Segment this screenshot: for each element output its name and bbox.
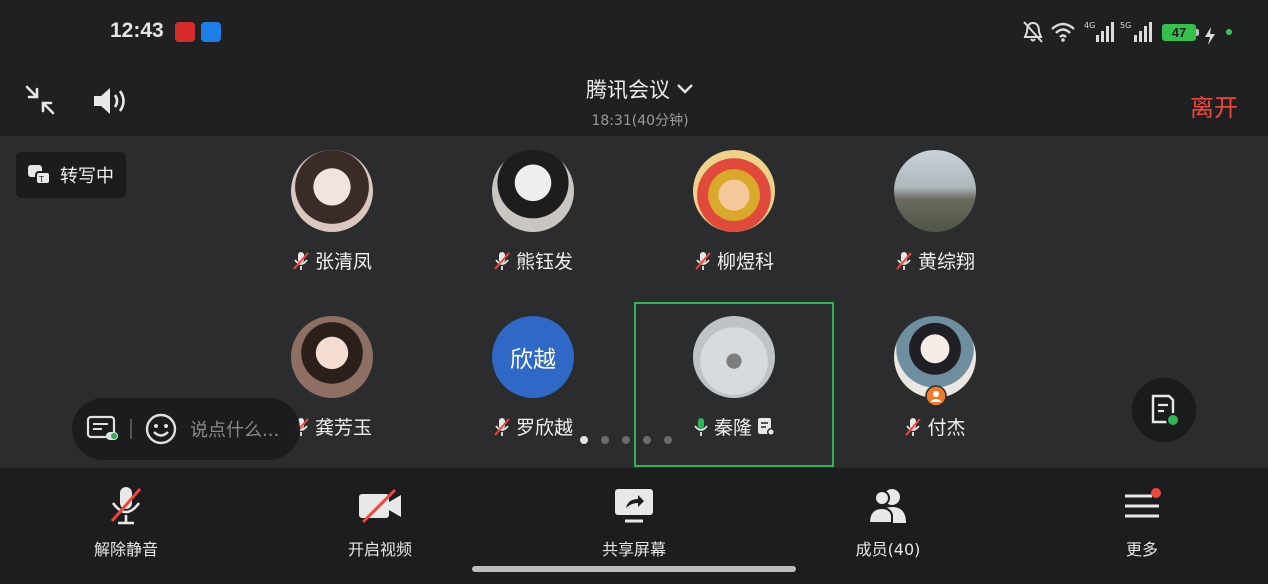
svg-text:4G: 4G <box>1084 21 1095 30</box>
notes-icon <box>1151 394 1180 427</box>
page-dot[interactable] <box>601 436 609 444</box>
emoji-icon[interactable] <box>144 412 178 446</box>
unmute-button[interactable]: 解除静音 <box>56 484 196 560</box>
page-dot[interactable] <box>643 436 651 444</box>
share-screen-button[interactable]: 共享屏幕 <box>564 484 704 560</box>
document-share-icon <box>758 417 775 436</box>
page-indicator <box>580 436 672 444</box>
chat-input[interactable]: 说点什么... <box>190 416 279 442</box>
participant-name: 龚芳玉 <box>314 417 372 439</box>
mic-muted-icon <box>293 251 309 270</box>
leave-button[interactable]: 离开 <box>1190 88 1238 123</box>
chat-input-bar[interactable]: 说点什么... <box>72 398 300 460</box>
members-label: 成员(40) <box>855 540 921 559</box>
chevron-down-icon <box>677 84 693 94</box>
participant-tile[interactable]: 熊钰发 <box>433 137 633 302</box>
avatar <box>291 150 373 232</box>
members-button[interactable]: 成员(40) <box>818 484 958 560</box>
start-video-button[interactable]: 开启视频 <box>310 484 450 560</box>
participant-tile[interactable]: 付杰 <box>835 303 1035 468</box>
mic-muted-icon <box>494 417 510 436</box>
transcription-status[interactable]: T 转写中 <box>16 152 126 198</box>
chat-list-icon[interactable] <box>86 414 120 444</box>
page-dot[interactable] <box>580 436 588 444</box>
svg-text:5G: 5G <box>1120 21 1131 30</box>
participant-name: 熊钰发 <box>515 251 573 273</box>
avatar <box>894 150 976 232</box>
minimize-icon[interactable] <box>24 84 56 116</box>
members-icon <box>867 489 906 524</box>
wifi-icon <box>1051 22 1075 42</box>
video-label: 开启视频 <box>347 540 412 559</box>
bell-off-icon <box>1023 21 1043 43</box>
meeting-duration: 18:31(40分钟) <box>591 113 689 129</box>
participant-tile[interactable]: 张清凤 <box>232 137 432 302</box>
participant-tile[interactable]: 柳煜科 <box>634 137 834 302</box>
mic-on-icon <box>694 417 708 436</box>
mic-muted-icon <box>695 251 711 270</box>
charging-icon <box>1205 27 1215 45</box>
avatar <box>693 316 775 398</box>
status-time: 12:43 <box>110 19 164 42</box>
page-dot[interactable] <box>622 436 630 444</box>
share-screen-icon <box>615 489 653 523</box>
mic-muted-icon <box>905 417 922 436</box>
avatar: 欣越 <box>492 316 574 398</box>
mic-muted-icon <box>494 251 510 270</box>
participant-name: 罗欣越 <box>515 417 573 439</box>
participant-name: 秦隆 <box>713 417 752 439</box>
page-dot[interactable] <box>664 436 672 444</box>
notes-button[interactable] <box>1132 378 1196 442</box>
more-button[interactable]: 更多 <box>1072 484 1212 560</box>
signal-5g-icon: 5G <box>1120 21 1152 42</box>
speaker-icon[interactable] <box>92 86 130 116</box>
avatar <box>693 150 775 232</box>
svg-text:T: T <box>38 175 44 184</box>
signal-4g-icon: 4G <box>1084 21 1114 42</box>
mic-muted-icon <box>110 487 142 525</box>
mic-muted-icon <box>896 251 912 270</box>
app-notification-icon <box>201 22 221 42</box>
transcribe-icon: T <box>28 165 51 185</box>
status-bar: 12:43 4G 5G 47 <box>0 0 1268 64</box>
meeting-screen: 12:43 4G 5G 47 腾讯会议 18:31(40分钟) 离开 T 转写中… <box>0 0 1268 584</box>
meeting-title: 腾讯会议 <box>586 78 670 102</box>
participant-name: 张清凤 <box>314 251 372 273</box>
app-notification-icon <box>175 22 195 42</box>
more-label: 更多 <box>1125 540 1158 559</box>
battery-tip <box>1196 29 1199 36</box>
participant-name: 黄综翔 <box>917 251 975 273</box>
privacy-indicator <box>1226 29 1232 35</box>
host-badge-icon <box>925 385 947 407</box>
share-label: 共享屏幕 <box>601 540 666 559</box>
unmute-label: 解除静音 <box>93 540 158 559</box>
meeting-title-block[interactable]: 腾讯会议 18:31(40分钟) <box>540 74 740 130</box>
transcription-label: 转写中 <box>60 166 114 187</box>
menu-icon <box>1125 488 1161 518</box>
bottom-toolbar: 解除静音 开启视频 共享屏幕 成员(40) 更多 <box>0 468 1268 584</box>
chat-divider <box>130 419 132 439</box>
participant-name: 付杰 <box>927 417 966 439</box>
avatar <box>291 316 373 398</box>
battery-level: 47 <box>1162 24 1196 41</box>
participant-tile[interactable]: 黄综翔 <box>835 137 1035 302</box>
avatar <box>492 150 574 232</box>
meeting-header: 腾讯会议 18:31(40分钟) 离开 <box>0 64 1268 136</box>
home-indicator[interactable] <box>472 566 796 572</box>
participant-grid: T 转写中 张清凤 熊钰发 柳煜科 黄综翔 龚芳玉 欣越 罗欣越 秦隆 付杰 说… <box>0 136 1268 468</box>
participant-name: 柳煜科 <box>716 251 774 273</box>
video-off-icon <box>359 488 401 524</box>
